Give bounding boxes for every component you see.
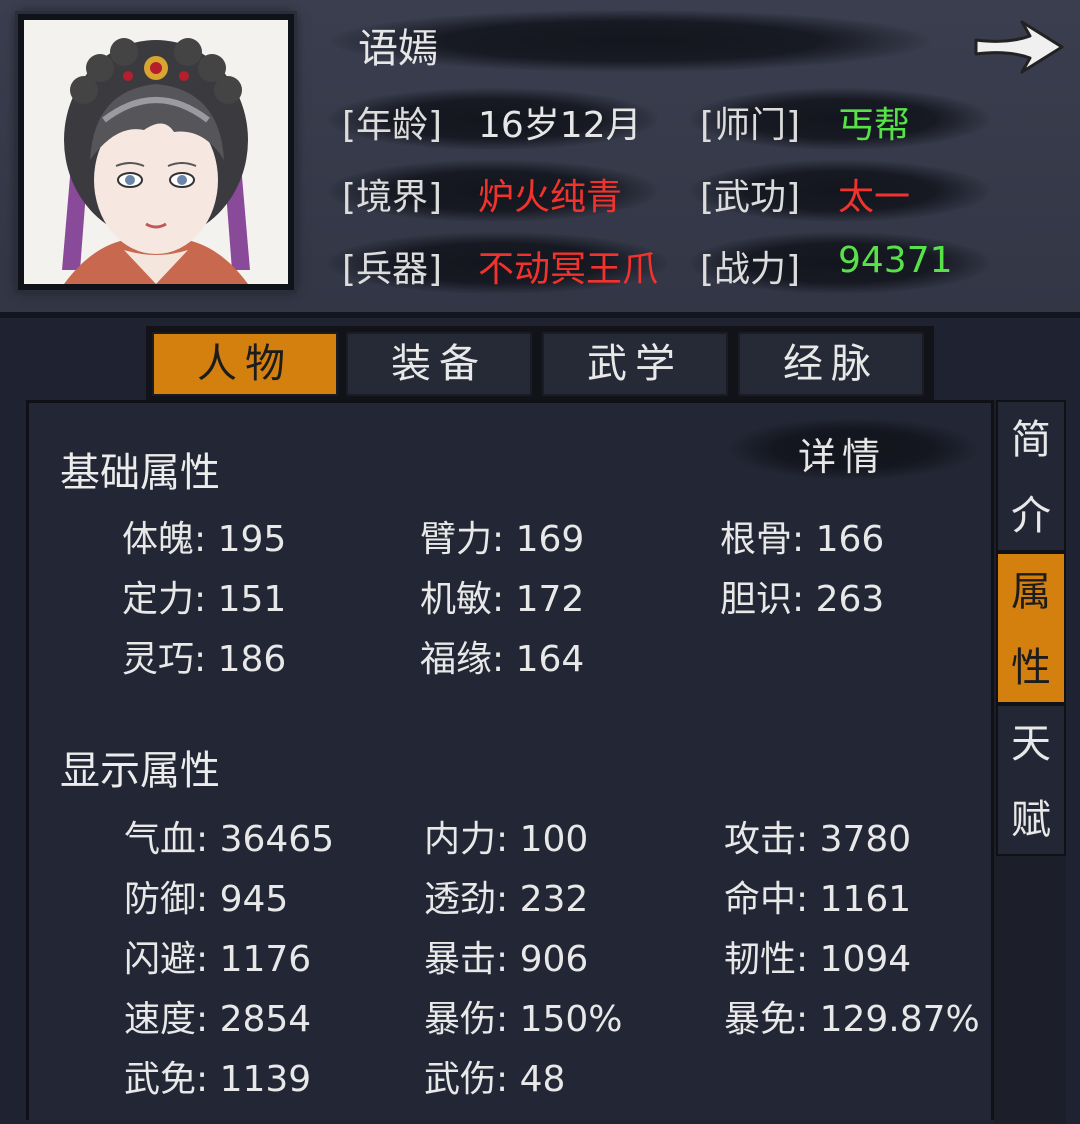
character-portrait xyxy=(24,20,288,284)
stat-agility: 机敏: 172 xyxy=(420,579,585,620)
portrait-frame xyxy=(18,14,294,290)
stat-speed: 速度: 2854 xyxy=(124,999,312,1040)
age-label: [年龄] xyxy=(342,105,443,146)
next-arrow-button[interactable] xyxy=(968,14,1068,80)
weapon-label: [兵器] xyxy=(342,249,443,290)
power-value: 94371 xyxy=(838,240,953,281)
realm-label: [境界] xyxy=(342,177,443,218)
stat-crit-damage: 暴伤: 150% xyxy=(424,999,623,1040)
side-tab-char: 属 xyxy=(1011,569,1051,615)
sect-label: [师门] xyxy=(700,105,801,146)
side-tab-char: 介 xyxy=(1011,493,1051,539)
stat-attack: 攻击: 3780 xyxy=(724,819,912,860)
tab-equipment[interactable]: 装备 xyxy=(346,332,532,396)
side-tab-intro[interactable]: 简 介 xyxy=(996,400,1066,552)
tab-meridians[interactable]: 经脉 xyxy=(738,332,924,396)
sect-value: 丐帮 xyxy=(838,105,911,146)
character-header: 语嫣 [年龄] 16岁12月 [师门] 丐帮 [境界] 炉火纯青 [武功] 太一… xyxy=(0,0,1080,318)
stat-crit-resist: 暴免: 129.87% xyxy=(724,999,980,1040)
display-attributes-title: 显示属性 xyxy=(60,748,220,794)
age-value: 16岁12月 xyxy=(478,105,642,146)
weapon-value: 不动冥王爪 xyxy=(478,249,659,290)
stat-martial-damage: 武伤: 48 xyxy=(424,1059,566,1100)
stat-hp: 气血: 36465 xyxy=(124,819,335,860)
stat-penetration: 透劲: 232 xyxy=(424,879,589,920)
main-tab-bar: 人物 装备 武学 经脉 xyxy=(146,326,934,400)
stat-crit: 暴击: 906 xyxy=(424,939,589,980)
side-tab-talent[interactable]: 天 赋 xyxy=(996,704,1066,856)
stat-dexterity: 灵巧: 186 xyxy=(122,639,287,680)
details-label: 详情 xyxy=(798,435,887,479)
martial-art-label: [武功] xyxy=(700,177,801,218)
side-tab-char: 简 xyxy=(1011,417,1051,463)
stat-bone: 根骨: 166 xyxy=(720,519,885,560)
martial-art-value: 太一 xyxy=(838,177,911,218)
stat-toughness: 韧性: 1094 xyxy=(724,939,912,980)
tab-character[interactable]: 人物 xyxy=(152,332,338,396)
stat-defense: 防御: 945 xyxy=(124,879,289,920)
side-tab-char: 天 xyxy=(1011,721,1051,767)
realm-value: 炉火纯青 xyxy=(478,177,623,218)
stat-composure: 定力: 151 xyxy=(122,579,287,620)
character-screen: 语嫣 [年龄] 16岁12月 [师门] 丐帮 [境界] 炉火纯青 [武功] 太一… xyxy=(0,0,1080,1124)
power-label: [战力] xyxy=(700,249,801,290)
stat-hit: 命中: 1161 xyxy=(724,879,912,920)
stat-arm-strength: 臂力: 169 xyxy=(420,519,585,560)
stat-fortune: 福缘: 164 xyxy=(420,639,585,680)
tab-martial-arts[interactable]: 武学 xyxy=(542,332,728,396)
side-tab-char: 赋 xyxy=(1011,797,1051,843)
character-name: 语嫣 xyxy=(358,26,438,72)
stat-dodge: 闪避: 1176 xyxy=(124,939,312,980)
stat-martial-resist: 武免: 1139 xyxy=(124,1059,312,1100)
base-attributes-title: 基础属性 xyxy=(60,450,220,496)
stat-courage: 胆识: 263 xyxy=(720,579,885,620)
stat-constitution: 体魄: 195 xyxy=(122,519,287,560)
details-button[interactable]: 详情 xyxy=(728,418,978,482)
stat-inner-power: 内力: 100 xyxy=(424,819,589,860)
side-tab-attributes[interactable]: 属 性 xyxy=(996,552,1066,704)
arrow-right-icon xyxy=(974,20,1064,74)
side-tab-char: 性 xyxy=(1011,645,1051,691)
